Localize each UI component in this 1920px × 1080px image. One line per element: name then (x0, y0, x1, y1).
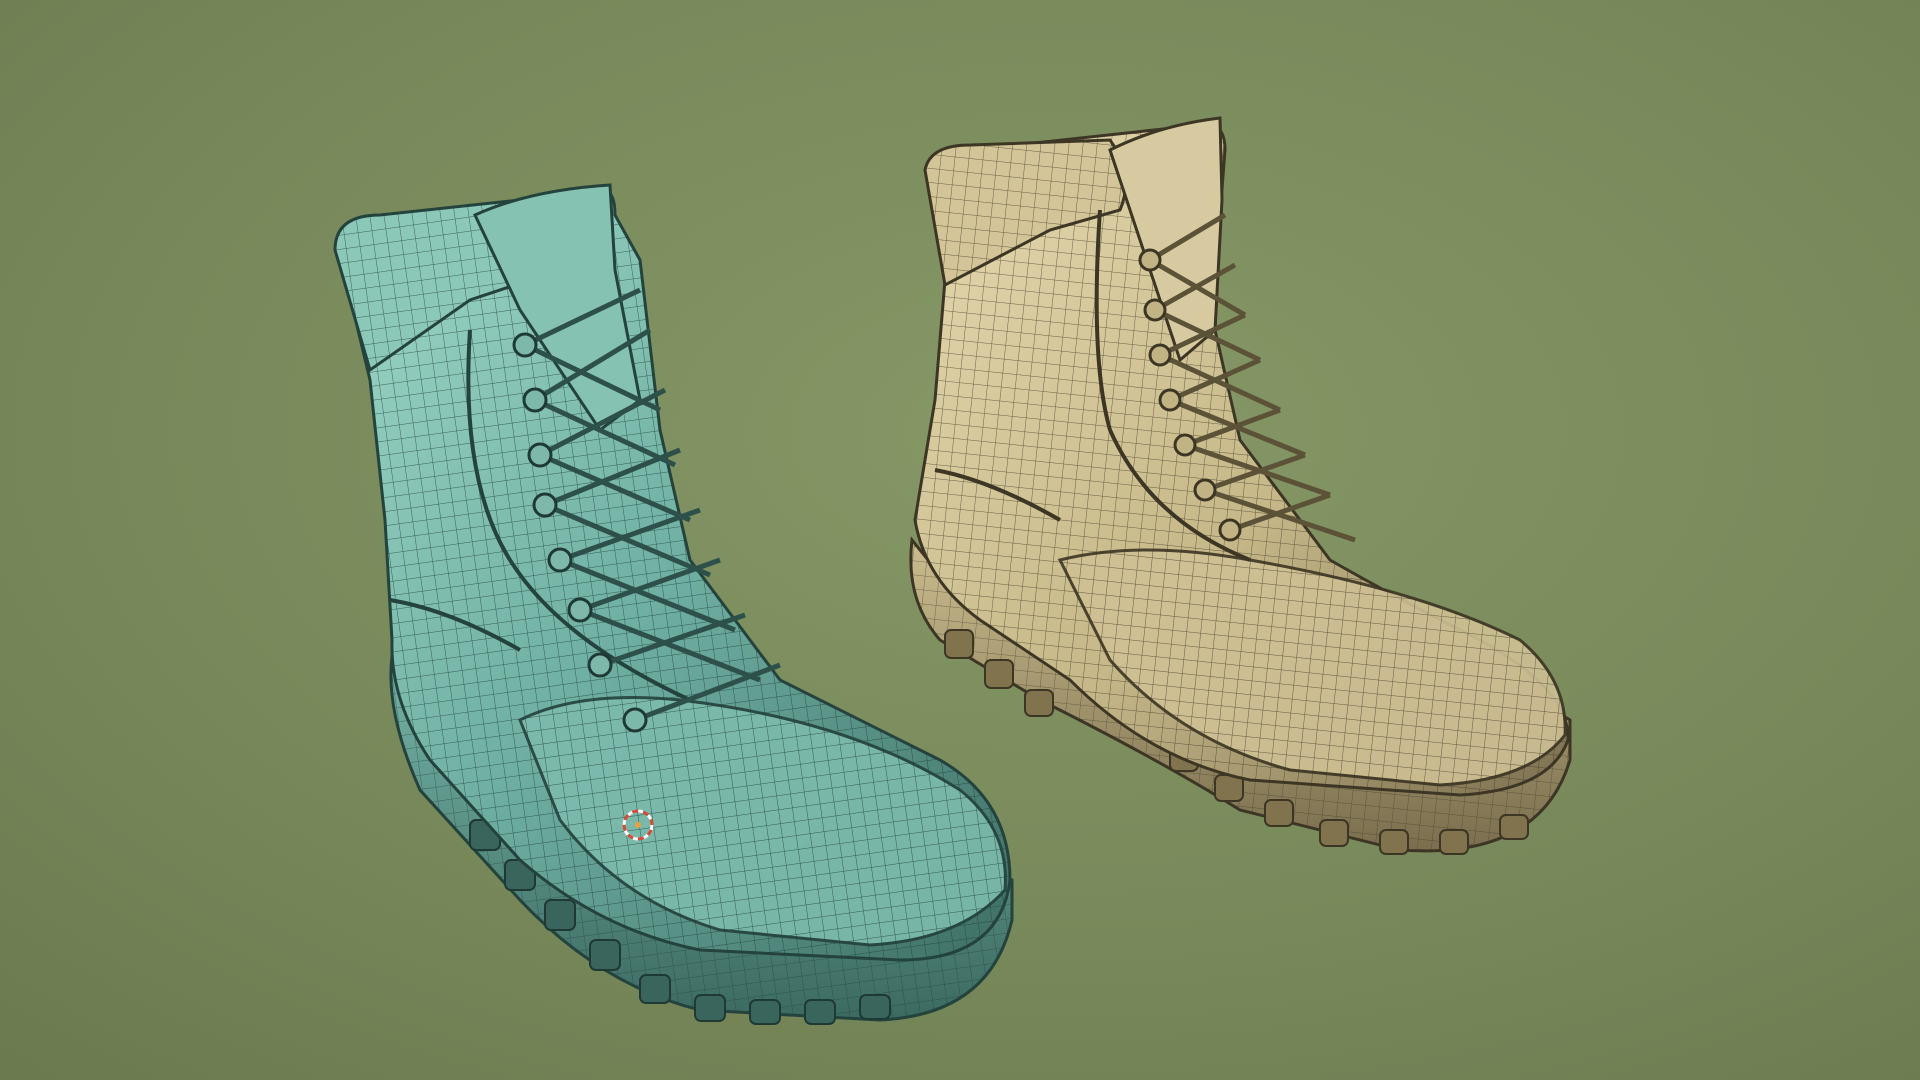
3d-viewport[interactable] (0, 0, 1920, 1080)
viewport-canvas[interactable] (0, 0, 1920, 1080)
